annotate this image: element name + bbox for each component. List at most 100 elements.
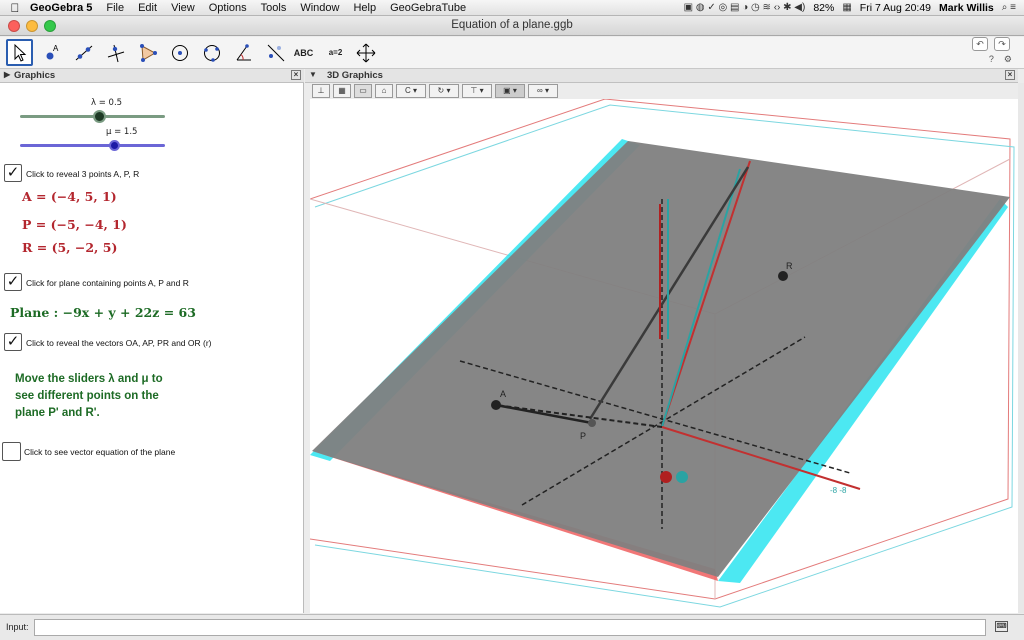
- graphics-panel-header: ▶ Graphics ×: [0, 69, 304, 83]
- grid-toggle-icon[interactable]: ▦: [333, 84, 351, 98]
- plane-checkbox[interactable]: ✓: [4, 273, 22, 291]
- reveal-points-checkbox[interactable]: ✓: [4, 164, 22, 182]
- point-a-marker[interactable]: [491, 400, 501, 410]
- lambda-label: λ = 0.5: [91, 98, 123, 108]
- user-name[interactable]: Mark Willis: [939, 2, 994, 14]
- vector-equation-checkbox[interactable]: [2, 442, 21, 461]
- settings-gear-icon[interactable]: ⚙: [1004, 54, 1012, 65]
- point-p-marker[interactable]: [588, 419, 596, 427]
- window-titlebar: Equation of a plane.ggb: [0, 16, 1024, 36]
- collapse-triangle-icon[interactable]: ▼: [309, 70, 317, 79]
- graphics3d-view[interactable]: R A P -8 -8: [310, 99, 1018, 613]
- move-tool[interactable]: [6, 39, 33, 66]
- menu-tools[interactable]: Tools: [261, 2, 287, 14]
- angle-tool[interactable]: [230, 39, 257, 66]
- text-tool[interactable]: ABC: [290, 39, 317, 66]
- graphics3d-canvas[interactable]: R A P -8 -8: [310, 99, 1018, 613]
- angle-icon: [236, 43, 251, 60]
- mu-label: μ = 1.5: [106, 127, 138, 137]
- reflect-tool[interactable]: [262, 39, 289, 66]
- close-graphics3d-icon[interactable]: ×: [1005, 70, 1015, 80]
- tool-toolbar: A ABC a=2: [0, 37, 1024, 69]
- point-r-coords: R = (5, −2, 5): [22, 240, 118, 255]
- menu-options[interactable]: Options: [209, 2, 247, 14]
- vectors-checkbox[interactable]: ✓: [4, 333, 22, 351]
- text-tool-label: ABC: [293, 47, 314, 58]
- input-field[interactable]: [34, 619, 986, 636]
- point-icon: A: [46, 44, 59, 59]
- circle-three-points-icon: [203, 44, 220, 62]
- lambda-slider-knob[interactable]: [93, 110, 107, 123]
- circle-tool[interactable]: [166, 39, 193, 66]
- plane-equation: Plane : −9x + y + 22z = 63: [10, 305, 196, 320]
- origin-marker[interactable]: [660, 471, 672, 483]
- mac-menubar:  GeoGebra 5 File Edit View Options Tool…: [0, 0, 1024, 16]
- point-a-coords: A = (−4, 5, 1): [22, 189, 117, 204]
- polygon-tool[interactable]: [134, 39, 161, 66]
- instruction-line: Move the sliders λ and μ to: [15, 373, 163, 385]
- plane-toggle-icon[interactable]: ▭: [354, 84, 372, 98]
- graphics-view[interactable]: λ = 0.5 μ = 1.5 ✓ Click to reveal 3 poin…: [0, 83, 304, 613]
- mu-slider-knob[interactable]: [108, 140, 120, 151]
- collapse-triangle-icon[interactable]: ▶: [4, 70, 10, 79]
- app-menu[interactable]: GeoGebra 5: [30, 2, 92, 14]
- flag-icon[interactable]: ▦: [842, 2, 851, 13]
- circle-three-points-tool[interactable]: [198, 39, 225, 66]
- perpendicular-line-icon: [107, 44, 124, 62]
- graphics-panel-title: Graphics: [14, 70, 56, 81]
- reflect-icon: [267, 44, 284, 61]
- point-r-marker[interactable]: [778, 271, 788, 281]
- point-p-label: P: [580, 431, 586, 441]
- reveal-points-label: Click to reveal 3 points A, P, R: [26, 169, 140, 179]
- input-bar: Input: ⌨: [0, 614, 1024, 640]
- vectors-checkbox-label: Click to reveal the vectors OA, AP, PR a…: [26, 338, 212, 348]
- origin-marker-cyan[interactable]: [676, 471, 688, 483]
- redo-button[interactable]: ↷: [994, 37, 1010, 51]
- point-a-label: A: [500, 389, 506, 399]
- point-r-label: R: [786, 261, 793, 271]
- axes-toggle-icon[interactable]: ⊥: [312, 84, 330, 98]
- menu-help[interactable]: Help: [353, 2, 376, 14]
- view-direction-dropdown[interactable]: ⊤ ▾: [462, 84, 492, 98]
- line-icon: [75, 45, 92, 60]
- keyboard-icon[interactable]: ⌨: [995, 621, 1008, 632]
- menu-file[interactable]: File: [106, 2, 124, 14]
- instruction-line: see different points on the: [15, 390, 159, 402]
- menu-window[interactable]: Window: [300, 2, 339, 14]
- graphics3d-panel-title: 3D Graphics: [327, 70, 383, 81]
- graphics3d-panel-header: ▼ 3D Graphics ×: [305, 69, 1018, 83]
- help-icon[interactable]: ?: [989, 54, 994, 65]
- arrow-cursor-icon: [14, 43, 26, 62]
- undo-button[interactable]: ↶: [972, 37, 988, 51]
- line-tool[interactable]: [70, 39, 97, 66]
- graphics3d-stylebar: ⊥ ▦ ▭ ⌂ C ▾ ↻ ▾ ⊤ ▾ ▣ ▾ ∞ ▾: [312, 84, 558, 99]
- home-view-icon[interactable]: ⌂: [375, 84, 393, 98]
- x-axis-label: -8 -8: [830, 486, 847, 495]
- menu-geogebratube[interactable]: GeoGebraTube: [390, 2, 466, 14]
- rotate-view-dropdown[interactable]: ↻ ▾: [429, 84, 459, 98]
- perpendicular-tool[interactable]: [102, 39, 129, 66]
- move-view-tool[interactable]: [352, 39, 379, 66]
- instruction-text: Move the sliders λ and μ to see differen…: [15, 371, 163, 422]
- window-title: Equation of a plane.ggb: [451, 19, 573, 31]
- slider-tool[interactable]: a=2: [322, 39, 349, 66]
- spotlight-icon[interactable]: ⌕ ≡: [1002, 2, 1016, 13]
- menu-view[interactable]: View: [171, 2, 195, 14]
- plane-checkbox-label: Click for plane containing points A, P a…: [26, 278, 189, 288]
- apple-icon[interactable]: : [0, 1, 30, 15]
- slider-tool-label: a=2: [328, 48, 343, 57]
- projection-dropdown[interactable]: ▣ ▾: [495, 84, 525, 98]
- clipping-dropdown[interactable]: C ▾: [396, 84, 426, 98]
- status-icons[interactable]: ▣ ◍ ✓ ◎ ▤ ◑ ◷ ≋ ‹› ✱ ◀): [684, 2, 806, 13]
- menu-edit[interactable]: Edit: [138, 2, 157, 14]
- clock[interactable]: Fri 7 Aug 20:49: [860, 2, 931, 14]
- circle-icon: [171, 44, 188, 61]
- battery-level[interactable]: 82%: [813, 2, 834, 14]
- view-resize-handle[interactable]: [1018, 83, 1024, 613]
- svg-text:A: A: [53, 44, 59, 53]
- stereo-dropdown[interactable]: ∞ ▾: [528, 84, 558, 98]
- mu-slider-track[interactable]: [20, 144, 165, 147]
- close-graphics-icon[interactable]: ×: [291, 70, 301, 80]
- vector-equation-label: Click to see vector equation of the plan…: [24, 447, 176, 457]
- point-tool[interactable]: A: [38, 39, 65, 66]
